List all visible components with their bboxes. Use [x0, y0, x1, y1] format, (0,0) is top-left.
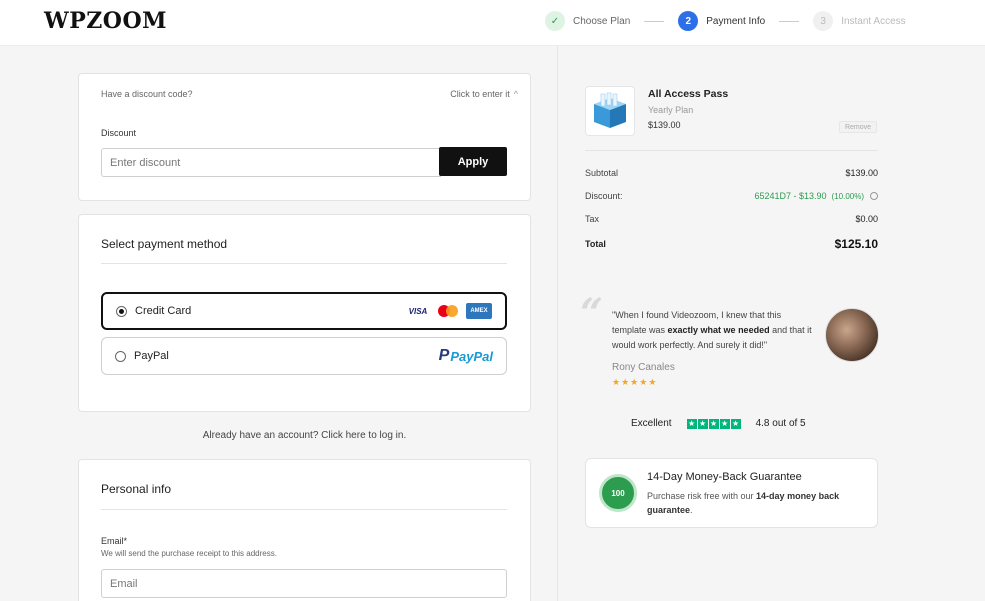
subtotal-value: $139.00 — [845, 168, 878, 178]
trustpilot-star-icon: ★ — [708, 419, 719, 429]
credit-card-radio[interactable] — [116, 305, 127, 317]
top-header: WPZOOM ✓ Choose Plan 2 Payment Info 3 In… — [0, 0, 985, 46]
trustpilot-star-icon: ★ — [697, 419, 708, 429]
remove-button[interactable]: Remove — [839, 121, 877, 133]
trustpilot-star-icon: ★ — [686, 419, 697, 429]
summary-divider — [585, 150, 878, 151]
payment-option-credit-card[interactable]: Credit Card VISA AMEX — [101, 292, 507, 330]
visa-icon: VISA — [408, 306, 428, 316]
step-choose-plan[interactable]: ✓ Choose Plan — [545, 11, 630, 31]
step-label: Choose Plan — [573, 15, 631, 27]
trust-score: 4.8 out of 5 — [755, 418, 806, 429]
discount-row-percent: (10.00%) — [831, 191, 864, 201]
card-brands: VISA AMEX — [406, 303, 492, 319]
payment-title: Select payment method — [101, 237, 228, 251]
discount-field-label: Discount — [101, 128, 137, 138]
product-plan: Yearly Plan — [648, 105, 694, 115]
trustpilot-star-icon: ★ — [719, 419, 730, 429]
guarantee-text-start: Purchase risk free with our — [647, 491, 757, 501]
personal-divider — [101, 509, 507, 510]
step-label: Instant Access — [841, 15, 906, 27]
trust-label: Excellent — [631, 418, 672, 429]
discount-row-value-group: 65241D7 - $13.90 (10.00%) — [754, 191, 878, 201]
email-input[interactable] — [101, 569, 507, 598]
step-instant-access: 3 Instant Access — [813, 11, 906, 31]
order-summary-column: All Access Pass Yearly Plan $139.00 Remo… — [558, 46, 985, 601]
testimonial-avatar — [825, 308, 879, 362]
radio-selected-dot — [119, 308, 124, 314]
total-row: Total $125.10 — [585, 237, 878, 251]
product-price: $139.00 — [648, 120, 681, 130]
discount-row: Discount: 65241D7 - $13.90 (10.00%) — [585, 191, 878, 201]
step-number: 2 — [678, 11, 699, 31]
guarantee-title: 14-Day Money-Back Guarantee — [647, 471, 802, 483]
checkout-steps: ✓ Choose Plan 2 Payment Info 3 Instant A… — [545, 10, 906, 32]
paypal-radio[interactable] — [115, 350, 126, 362]
subtotal-label: Subtotal — [585, 168, 619, 178]
product-name: All Access Pass — [648, 88, 729, 100]
trustpilot-star-icon: ★ — [730, 419, 741, 429]
tax-row: Tax $0.00 — [585, 214, 878, 224]
step-label: Payment Info — [706, 15, 766, 27]
subtotal-row: Subtotal $139.00 — [585, 168, 878, 178]
trust-rating: Excellent ★ ★ ★ ★ ★ 4.8 out of 5 — [631, 418, 806, 429]
step-connector — [644, 20, 665, 22]
step-connector — [779, 20, 800, 22]
discount-card: Have a discount code? Click to enter it … — [78, 73, 531, 201]
discount-toggle-label: Click to enter it — [450, 89, 510, 99]
apply-discount-button[interactable]: Apply — [439, 147, 507, 176]
login-link[interactable]: Already have an account? Click here to l… — [78, 430, 531, 441]
paypal-logo-icon: P PayPal — [439, 347, 493, 365]
step-payment-info: 2 Payment Info — [678, 11, 765, 31]
mastercard-icon — [438, 305, 458, 317]
guarantee-text: Purchase risk free with our 14-day money… — [647, 489, 867, 517]
step-number: 3 — [813, 11, 834, 31]
wpzoom-logo[interactable]: WPZOOM — [44, 8, 167, 34]
payment-method-card: Select payment method Credit Card VISA A… — [78, 214, 531, 412]
star-icon: ★ — [648, 377, 658, 387]
paypal-label: PayPal — [134, 350, 169, 362]
product-image — [585, 86, 635, 136]
discount-row-label: Discount: — [585, 191, 623, 201]
remove-discount-icon[interactable] — [870, 192, 878, 200]
credit-card-label: Credit Card — [135, 305, 192, 317]
payment-divider — [101, 263, 507, 264]
email-hint: We will send the purchase receipt to thi… — [101, 549, 277, 558]
guarantee-card: 100 14-Day Money-Back Guarantee Purchase… — [585, 458, 878, 528]
personal-info-title: Personal info — [101, 482, 172, 496]
personal-info-card: Personal info Email* We will send the pu… — [78, 459, 531, 601]
discount-prompt: Have a discount code? — [101, 89, 193, 99]
paypal-wordmark: PayPal — [450, 348, 493, 364]
tax-value: $0.00 — [855, 214, 878, 224]
checkout-form-column: Have a discount code? Click to enter it … — [0, 46, 558, 601]
total-value: $125.10 — [834, 237, 878, 251]
box-icon — [594, 92, 626, 128]
testimonial-quote: "When I found Videozoom, I knew that thi… — [612, 308, 816, 353]
guarantee-badge-text: 100 — [611, 488, 625, 498]
guarantee-text-end: . — [690, 505, 693, 515]
quote-text-bold: exactly what we needed — [667, 325, 770, 335]
amex-icon: AMEX — [466, 303, 492, 319]
trustpilot-stars: ★ ★ ★ ★ ★ — [686, 418, 742, 429]
star-icon: ★ — [621, 377, 631, 387]
quote-mark-icon: “ — [580, 290, 604, 337]
guarantee-badge-icon: 100 — [599, 474, 637, 512]
star-icon: ★ — [639, 377, 649, 387]
discount-row-value: 65241D7 - $13.90 — [754, 191, 827, 201]
discount-input[interactable] — [101, 148, 441, 177]
email-label: Email* — [101, 536, 127, 546]
star-icon: ★ — [630, 377, 640, 387]
testimonial-author: Rony Canales — [612, 362, 675, 373]
payment-option-paypal[interactable]: PayPal P PayPal — [101, 337, 507, 375]
tax-label: Tax — [585, 214, 600, 224]
testimonial-rating: ★★★★★ — [612, 377, 657, 388]
star-icon: ★ — [612, 377, 622, 387]
check-icon: ✓ — [545, 11, 565, 31]
chevron-up-icon: ^ — [513, 89, 518, 99]
paypal-p-icon: P — [438, 347, 450, 364]
total-label: Total — [585, 239, 606, 249]
discount-toggle[interactable]: Click to enter it ^ — [450, 89, 518, 99]
email-label-text: Email* — [101, 536, 128, 546]
